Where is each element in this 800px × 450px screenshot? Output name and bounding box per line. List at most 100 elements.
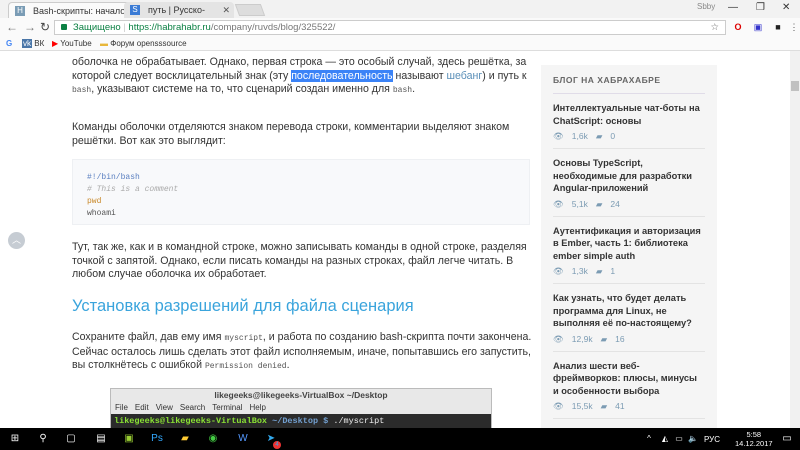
paragraph-commands: Команды оболочки отделяются знаком перев… — [72, 121, 510, 147]
battery-icon[interactable]: ▭ — [672, 432, 686, 446]
post-meta: 👁 5,1k ▰ 24 — [553, 199, 705, 210]
post-title[interactable]: Аутентификация и авторизация в Ember, ча… — [553, 225, 705, 263]
close-window-icon[interactable]: ✕ — [782, 2, 790, 13]
network-icon[interactable]: ◭ — [658, 432, 672, 446]
language-indicator[interactable]: РУС — [702, 433, 722, 447]
address-bar-row: ← → ↻ Защищено | https://habrahabr.ru/co… — [0, 18, 800, 37]
reload-icon[interactable]: ↻ — [40, 20, 50, 34]
comments-icon: ▰ — [595, 266, 603, 276]
sidebar-blog: БЛОГ НА ХАБРАХАБРЕ Интеллектуальные чат-… — [541, 65, 717, 428]
tab-label: Bash-скрипты: начало / — [33, 6, 131, 16]
tab-strip: H Bash-скрипты: начало / ✕ Sпуть | Русско-… — [0, 0, 800, 31]
paragraph-shebang: оболочка не обрабатывает. Однако, первая… — [72, 56, 527, 95]
back-icon[interactable]: ← — [6, 20, 18, 34]
views-icon: 👁 — [553, 401, 564, 411]
post-meta: 👁 1,3k ▰ 1 — [553, 266, 705, 277]
tray-chevron-icon[interactable]: ^ — [642, 432, 656, 446]
comments-icon: ▰ — [595, 131, 603, 141]
opera-extension-icon[interactable]: O — [732, 21, 744, 33]
scrollbar-thumb[interactable] — [791, 81, 799, 91]
secure-label: Защищено — [73, 22, 121, 33]
sidebar-post[interactable]: Анализ шести веб-фреймворков: плюсы, мин… — [553, 352, 705, 419]
habr-favicon-icon: H — [15, 6, 25, 16]
word-icon[interactable]: W — [236, 432, 250, 446]
paragraph-semicolon: Тут, так же, как и в командной строке, м… — [72, 241, 527, 280]
post-title[interactable]: Интеллектуальные чат-боты на ChatScript:… — [553, 102, 705, 127]
bookmark-label: ВК — [34, 39, 45, 48]
post-meta: 👁 1,6k ▰ 0 — [553, 131, 705, 142]
terminal-screenshot: likegeeks@likegeeks-VirtualBox ~/Desktop… — [110, 388, 492, 428]
terminal-line: likegeeks@likegeeks-VirtualBox ~/Desktop… — [111, 414, 491, 428]
post-title[interactable]: Анализ шести веб-фреймворков: плюсы, мин… — [553, 360, 705, 398]
forward-icon[interactable]: → — [24, 20, 36, 34]
volume-icon[interactable]: 🔈 — [686, 432, 700, 446]
code-line: whoami — [87, 209, 116, 218]
extension-icon[interactable]: ■ — [772, 21, 784, 33]
url-path: /company/ruvds/blog/325522/ — [210, 22, 336, 33]
post-title[interactable]: Основы TypeScript, необходимые для разра… — [553, 157, 705, 195]
post-meta: 👁 15,5k ▰ 41 — [553, 401, 705, 412]
terminal-menu: File Edit View Search Terminal Help — [115, 403, 266, 412]
new-tab-button[interactable] — [234, 4, 266, 16]
sidebar-post[interactable]: Основы TypeScript, необходимые для разра… — [553, 149, 705, 217]
bookmark-youtube[interactable]: ▶ YouTube — [52, 39, 92, 49]
sidebar-post[interactable]: Аутентификация и авторизация в Ember, ча… — [553, 217, 705, 284]
youtube-icon: ▶ — [52, 39, 59, 48]
views-count: 1,6k — [571, 131, 588, 141]
profile-name[interactable]: Sbby — [697, 2, 715, 11]
photoshop-icon[interactable]: Ps — [150, 432, 164, 446]
sidebar-post[interactable]: Двенадцать советов по повышению — [553, 419, 705, 428]
selected-text: последовательность — [291, 69, 393, 82]
shebang-link[interactable]: шебанг — [447, 70, 483, 82]
google-icon[interactable]: G — [6, 39, 12, 49]
comments-count: 16 — [615, 333, 625, 344]
minimize-icon[interactable]: — — [728, 2, 738, 13]
url-host: https://habrahabr.ru — [128, 22, 211, 33]
bookmark-forum[interactable]: ▬ Форум opensssource — [100, 39, 187, 49]
bookmark-star-icon[interactable]: ☆ — [710, 21, 719, 34]
explorer-icon[interactable]: ▰ — [178, 432, 192, 446]
maximize-icon[interactable]: ❐ — [756, 2, 765, 13]
pycharm-icon[interactable]: ▣ — [122, 432, 136, 446]
bookmarks-bar: G vk ВК ▶ YouTube ▬ Форум opensssource — [0, 37, 800, 51]
comments-icon: ▰ — [600, 333, 608, 344]
code-line: #!/bin/bash — [87, 173, 140, 182]
page-content: оболочка не обрабатывает. Однако, первая… — [0, 51, 790, 428]
views-icon: 👁 — [553, 333, 564, 344]
dictionary-favicon-icon: S — [130, 5, 140, 15]
close-tab-icon[interactable]: ✕ — [222, 2, 230, 18]
url-input[interactable]: Защищено | https://habrahabr.ru/company/… — [54, 20, 726, 35]
chrome-icon[interactable]: ◉ — [206, 432, 220, 446]
code-block: #!/bin/bash # This is a comment pwd whoa… — [72, 159, 530, 225]
section-heading: Установка разрешений для файла сценария — [72, 297, 414, 315]
comments-icon: ▰ — [600, 401, 608, 411]
windows-start-icon[interactable]: ⊞ — [8, 432, 22, 446]
sidebar-title: БЛОГ НА ХАБРАХАБРЕ — [553, 65, 705, 94]
views-count: 12,9k — [571, 333, 593, 344]
sidebar-post[interactable]: Как узнать, что будет делать программа д… — [553, 284, 705, 352]
paragraph-permissions: Сохраните файл, дав ему имя myscript, и … — [72, 331, 532, 371]
tab-dictionary[interactable]: Sпуть | Русско-казахский✕ — [124, 2, 234, 31]
terminal-app-icon[interactable]: ▤ — [94, 432, 108, 446]
post-meta: 👁 12,9k ▰ 16 — [553, 334, 705, 345]
notifications-icon[interactable]: ▭ — [780, 432, 794, 446]
lock-icon — [61, 24, 67, 30]
scroll-to-top-button[interactable]: ︿ — [8, 232, 25, 249]
task-view-icon[interactable]: ▢ — [64, 432, 78, 446]
comments-count: 41 — [615, 401, 625, 411]
clock[interactable]: 5:58 14.12.2017 — [735, 430, 773, 448]
bookmark-vk[interactable]: vk ВК — [22, 39, 44, 49]
views-icon: 👁 — [553, 266, 564, 276]
folder-icon: ▬ — [100, 39, 108, 48]
telegram-icon[interactable]: ➤ 4 — [264, 432, 281, 449]
views-icon: 👁 — [553, 198, 564, 209]
post-title[interactable]: Как узнать, что будет делать программа д… — [553, 292, 705, 330]
comments-count: 1 — [610, 266, 616, 276]
search-icon[interactable]: ⚲ — [36, 432, 50, 446]
extension-icon[interactable]: ▣ — [752, 21, 764, 33]
views-count: 1,3k — [571, 266, 588, 276]
scrollbar[interactable] — [790, 51, 800, 428]
menu-icon[interactable]: ⋮ — [788, 21, 800, 33]
comments-icon: ▰ — [595, 198, 603, 209]
sidebar-post[interactable]: Интеллектуальные чат-боты на ChatScript:… — [553, 94, 705, 149]
